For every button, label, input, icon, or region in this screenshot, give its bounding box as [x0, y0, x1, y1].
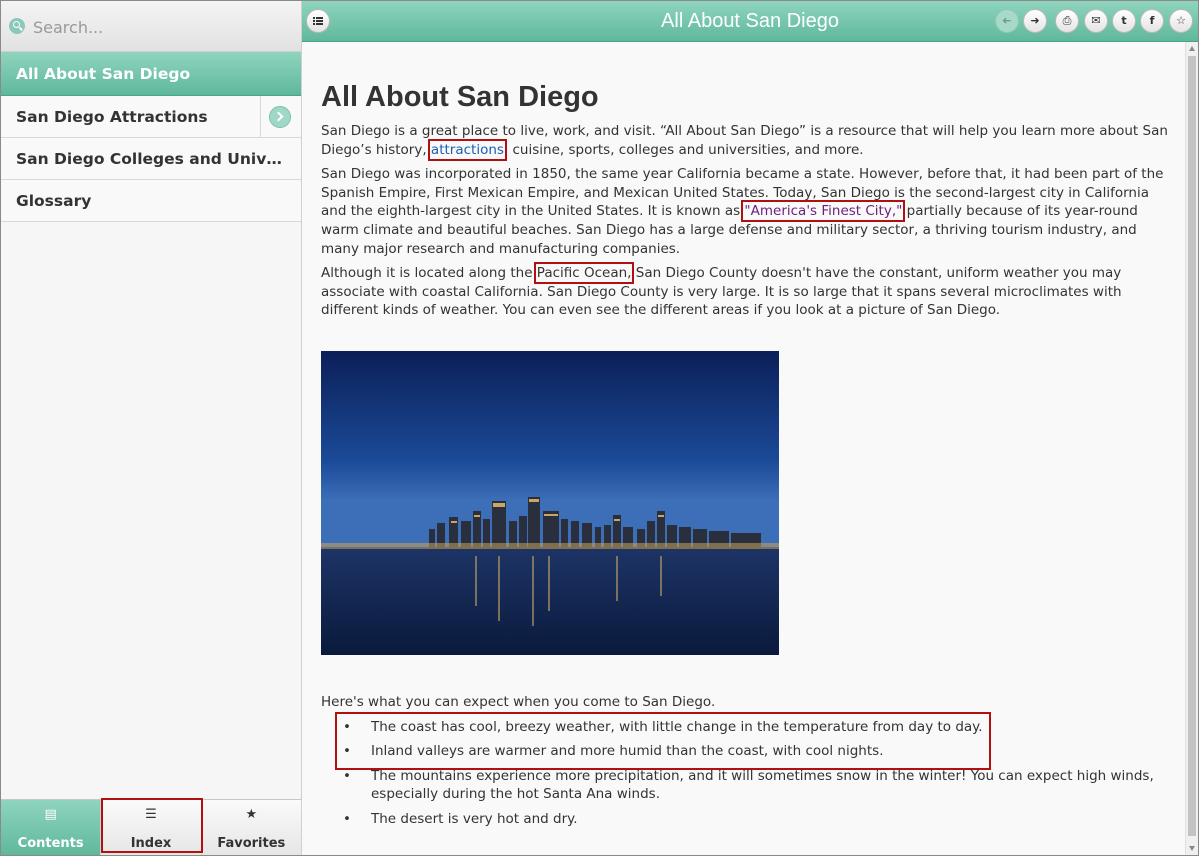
chevron-right-icon	[269, 106, 291, 128]
topic-heading: All About San Diego	[321, 81, 599, 113]
favorite-star-icon: ☆	[1176, 14, 1186, 27]
twitter-button[interactable]: t	[1112, 9, 1136, 33]
search-bar	[1, 1, 301, 52]
sidebar-item-label: All About San Diego	[16, 65, 191, 83]
sidebar-item-label: Glossary	[16, 192, 92, 210]
print-button[interactable]: ⎙	[1055, 9, 1079, 33]
tab-favorites[interactable]: ★ Favorites	[200, 800, 301, 855]
toolbar: All About San Diego ➜ ➜ ⎙ ✉ t f ☆	[302, 1, 1198, 42]
star-icon: ★	[245, 807, 258, 822]
sidebar-tab-bar: ▤ Contents ☰ Index ★ Favorites	[1, 798, 301, 855]
skyline-photo	[321, 350, 779, 655]
americas-finest-city-link[interactable]: "America's Finest City,"	[741, 200, 906, 223]
tab-contents[interactable]: ▤ Contents	[1, 800, 101, 855]
sidebar-item-all-about-san-diego[interactable]: All About San Diego	[1, 52, 301, 96]
print-icon: ⎙	[1062, 14, 1072, 27]
sidebar: All About San Diego San Diego Attraction…	[1, 1, 302, 855]
sidebar-item-san-diego-attractions[interactable]: San Diego Attractions	[1, 96, 301, 138]
paragraph-history: San Diego was incorporated in 1850, the …	[321, 165, 1173, 258]
facebook-button[interactable]: f	[1140, 9, 1164, 33]
expand-attractions-button[interactable]	[260, 96, 301, 137]
text: Although it is located along the	[321, 265, 537, 282]
pacific-ocean-glossary-term[interactable]: Pacific Ocean,	[533, 262, 635, 285]
forward-button[interactable]: ➜	[1023, 9, 1047, 33]
scroll-thumb[interactable]	[1188, 56, 1196, 836]
topic-content: All About San Diego San Diego is a great…	[302, 42, 1186, 855]
list-icon: ☰	[145, 807, 157, 822]
twitter-icon: t	[1121, 14, 1127, 27]
paragraph-weather: Although it is located along the Pacific…	[321, 262, 1173, 320]
list-item: The desert is very hot and dry.	[321, 810, 1171, 829]
tab-label: Contents	[17, 836, 84, 851]
email-icon: ✉	[1091, 14, 1101, 27]
back-button[interactable]: ➜	[995, 9, 1019, 33]
email-button[interactable]: ✉	[1084, 9, 1108, 33]
sidebar-item-label: San Diego Colleges and Universities	[16, 150, 286, 168]
forward-icon: ➜	[1030, 14, 1040, 27]
san-diego-skyline-image	[321, 350, 779, 655]
sidebar-item-glossary[interactable]: Glossary	[1, 180, 301, 222]
main-panel: All About San Diego ➜ ➜ ⎙ ✉ t f ☆ All Ab…	[302, 1, 1198, 855]
help-window: All About San Diego San Diego Attraction…	[0, 0, 1199, 856]
sidebar-item-colleges-and-universities[interactable]: San Diego Colleges and Universities	[1, 138, 301, 180]
facebook-icon: f	[1149, 14, 1155, 27]
tab-index[interactable]: ☰ Index	[100, 800, 201, 855]
climate-list: The coast has cool, breezy weather, with…	[321, 718, 1186, 829]
paragraph-intro: San Diego is a great place to live, work…	[321, 122, 1173, 161]
list-item: The coast has cool, breezy weather, with…	[321, 718, 1171, 737]
back-icon: ➜	[1002, 14, 1012, 27]
list-item: The mountains experience more precipitat…	[321, 767, 1171, 804]
sidebar-item-label: San Diego Attractions	[16, 108, 208, 126]
scroll-up-icon[interactable]	[1189, 46, 1195, 51]
expectations-intro: Here's what you can expect when you come…	[321, 693, 716, 710]
tab-label: Favorites	[217, 836, 286, 851]
book-icon: ▤	[44, 807, 57, 822]
search-icon	[9, 18, 25, 34]
list-item: Inland valleys are warmer and more humid…	[321, 742, 1171, 761]
tab-label: Index	[130, 836, 172, 851]
text: , cuisine, sports, colleges and universi…	[503, 141, 864, 158]
content-scrollbar[interactable]	[1185, 42, 1198, 855]
attractions-link[interactable]: attractions	[427, 138, 507, 161]
add-favorite-button[interactable]: ☆	[1169, 9, 1193, 33]
search-input[interactable]	[31, 14, 295, 40]
scroll-down-icon[interactable]	[1189, 846, 1195, 851]
climate-list-container: The coast has cool, breezy weather, with…	[321, 711, 1186, 829]
